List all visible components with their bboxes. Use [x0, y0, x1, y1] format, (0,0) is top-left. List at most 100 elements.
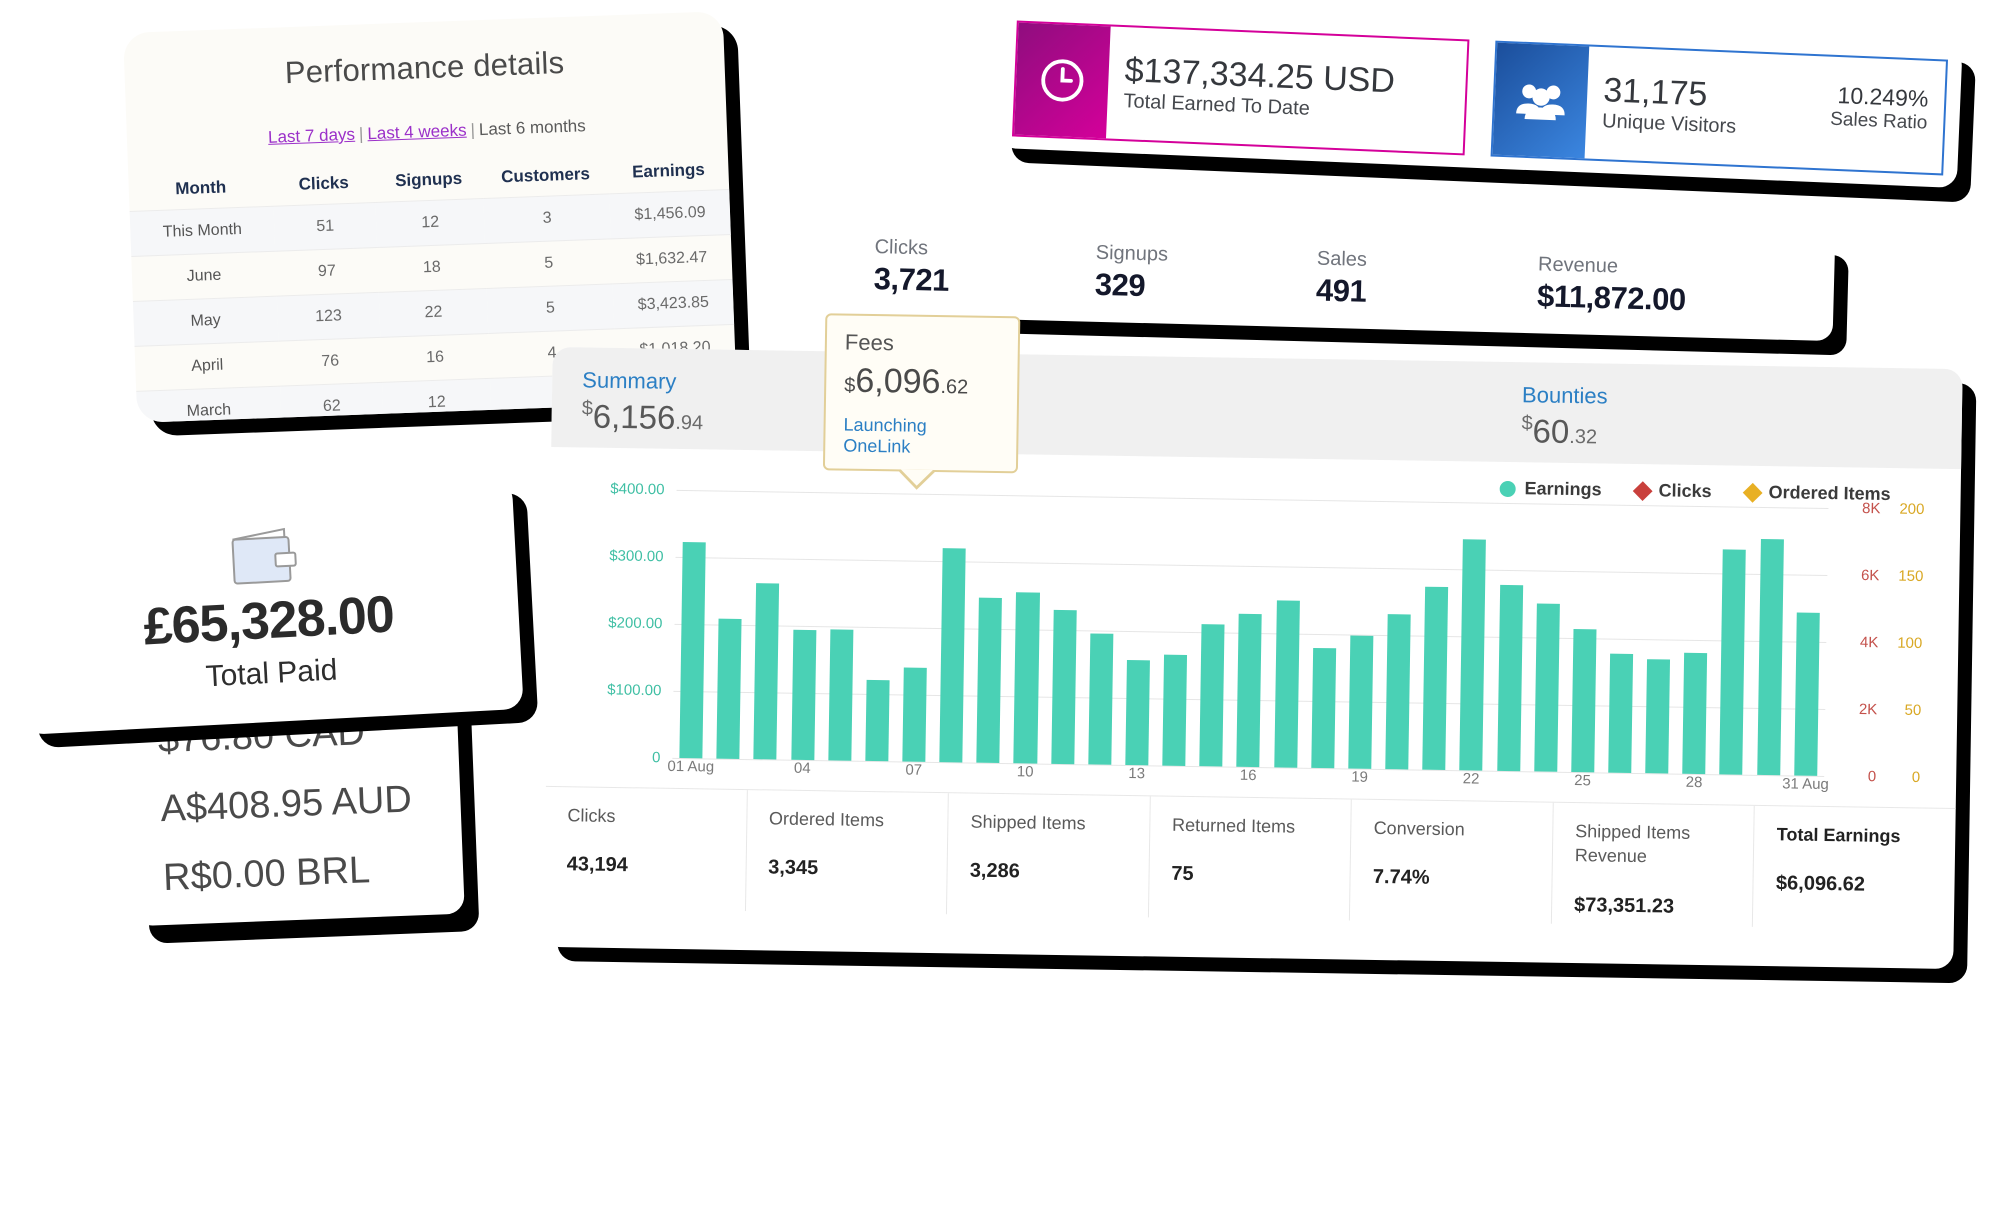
y-right-clicks-tick: 0 — [1867, 768, 1877, 786]
commission-currency-3: R$0.00 BRL — [162, 849, 371, 900]
cell-clicks: 62 — [280, 382, 384, 423]
x-tick: 10 — [1016, 763, 1034, 781]
summary-cents: .94 — [675, 411, 704, 435]
bounties-cents: .32 — [1569, 425, 1598, 449]
y-right-ordered-tick: 200 — [1899, 500, 1925, 519]
x-tick: 28 — [1685, 773, 1703, 792]
cell-customers: 5 — [486, 283, 615, 334]
cell-signups: 12 — [375, 198, 486, 248]
cell-clicks: 123 — [276, 292, 381, 342]
summary-whole: 6,156 — [592, 397, 676, 436]
y-axis-ordered-items: 0 50 100 150 200 — [1880, 501, 1924, 786]
bounties-value: $60.32 — [1521, 412, 1961, 457]
x-tick: 01 Aug — [667, 757, 715, 776]
y-right-clicks-tick: 4K — [1859, 634, 1879, 652]
bounties-currency: $ — [1521, 412, 1533, 435]
stat-label: Sales — [1316, 247, 1368, 271]
legend-label: Clicks — [1658, 480, 1712, 502]
y-right-ordered-tick: 50 — [1904, 701, 1922, 720]
legend-item-clicks[interactable]: Clicks — [1632, 480, 1712, 502]
clock-icon — [1014, 22, 1111, 139]
wallet-icon — [226, 522, 305, 593]
legend-item-earnings[interactable]: Earnings — [1499, 478, 1602, 501]
launching-onelink-link[interactable]: Launching OneLink — [843, 415, 999, 459]
range-last-4-weeks[interactable]: Last 4 weeks — [367, 121, 467, 144]
cell-earnings: $1,632.47 — [610, 234, 733, 284]
cell-clicks: 76 — [278, 337, 383, 387]
x-tick: 22 — [1462, 770, 1480, 788]
cell-signups: 12 — [382, 378, 492, 423]
range-last-6-months[interactable]: Last 6 months — [479, 116, 586, 139]
cell-customers: 3 — [483, 193, 611, 244]
cell-clicks: 51 — [273, 202, 378, 252]
cell-earnings: $3,423.85 — [612, 279, 735, 329]
unique-visitors-value: 31,175 — [1602, 70, 1709, 114]
y-right-clicks-tick: 2K — [1858, 701, 1878, 719]
fees-tooltip: Fees $6,096.62 Launching OneLink — [822, 313, 1021, 474]
stat-signups: Signups 329 — [1094, 241, 1317, 308]
cell-month: This Month — [129, 206, 276, 257]
total-paid-card: £65,328.00 Total Paid — [12, 479, 524, 735]
stat-label: Clicks — [874, 235, 929, 259]
diamond-marker-icon — [1632, 480, 1653, 501]
chart-plot-area: 0 $100.00 $200.00 $300.00 $400.00 0 2K 4K 6K 8K … — [582, 480, 1924, 800]
col-customers: Customers — [500, 164, 591, 187]
fees-currency: $ — [844, 374, 856, 397]
range-last-7-days[interactable]: Last 7 days — [268, 125, 356, 147]
screenshot-root: Performance details Last 7 days | Last 4 w… — [0, 0, 2000, 1220]
cell-signups: 22 — [378, 288, 489, 338]
cell-signups: 18 — [377, 243, 487, 293]
bounties-label: Bounties — [1521, 382, 1608, 409]
x-tick: 31 Aug — [1782, 775, 1829, 794]
col-month: Month — [174, 177, 227, 199]
fees-whole: 6,096 — [855, 361, 941, 402]
y-left-tick: $100.00 — [607, 681, 662, 700]
sales-ratio-value: 10.249% — [1837, 81, 1929, 112]
y-left-tick: $300.00 — [609, 547, 664, 566]
stat-clicks: Clicks 3,721 — [873, 235, 1096, 302]
y-right-ordered-tick: 150 — [1898, 567, 1924, 586]
cell-clicks: 97 — [275, 247, 379, 297]
earnings-chart-card: Summary $6,156.94 Bounties $60.32 Fees $… — [543, 313, 1963, 970]
total-paid-amount: £65,328.00 — [142, 584, 396, 656]
cell-earnings: $1,456.09 — [609, 189, 731, 239]
cell-month: April — [134, 341, 281, 392]
bounties-cell: Bounties $60.32 — [1491, 382, 1962, 457]
y-axis-earnings: 0 $100.00 $200.00 $300.00 $400.00 — [582, 480, 670, 766]
stat-sales: Sales 491 — [1316, 247, 1539, 314]
fees-cell — [1022, 374, 1492, 381]
cell-signups: 16 — [380, 333, 490, 383]
col-earnings: Earnings — [631, 159, 706, 182]
y-left-tick: $200.00 — [608, 614, 663, 633]
stat-value: 3,721 — [873, 260, 950, 298]
diamond-marker-icon — [1742, 482, 1763, 503]
x-tick: 16 — [1239, 766, 1257, 785]
x-tick: 19 — [1351, 768, 1369, 786]
stat-value: 491 — [1315, 272, 1367, 309]
total-paid-caption: Total Paid — [204, 652, 339, 693]
stat-value: 329 — [1094, 266, 1146, 303]
col-clicks: Clicks — [298, 172, 350, 194]
fees-label: Fees — [844, 329, 895, 356]
stat-revenue: Revenue $11,872.00 — [1537, 253, 1793, 321]
y-axis-clicks: 0 2K 4K 6K 8K — [1836, 500, 1881, 785]
x-tick: 04 — [793, 759, 811, 778]
plot — [672, 489, 1829, 777]
stat-label: Signups — [1095, 241, 1169, 266]
x-tick: 25 — [1574, 772, 1592, 790]
unique-visitors-card: 31,175 Unique Visitors 10.249% Sales Rat… — [1490, 40, 1949, 176]
cell-month: May — [132, 296, 279, 347]
unique-visitors-label: Unique Visitors — [1601, 110, 1737, 139]
fees-value: $6,096.62 — [844, 362, 1000, 403]
range-separator-2: | — [470, 120, 476, 140]
y-right-ordered-tick: 100 — [1897, 634, 1923, 653]
date-range-selector: Last 7 days | Last 4 weeks | Last 6 months — [127, 111, 727, 153]
y-right-clicks-tick: 8K — [1861, 500, 1881, 518]
commission-currency-2: A$408.95 AUD — [159, 778, 413, 831]
y-right-clicks-tick: 6K — [1860, 567, 1880, 585]
top-kpi-banner: $137,334.25 USD Total Earned To Date 31,… — [997, 7, 1963, 189]
col-signups: Signups — [394, 168, 463, 191]
page-title: Performance details — [284, 44, 565, 91]
x-tick: 07 — [905, 761, 923, 779]
circle-marker-icon — [1499, 480, 1516, 497]
